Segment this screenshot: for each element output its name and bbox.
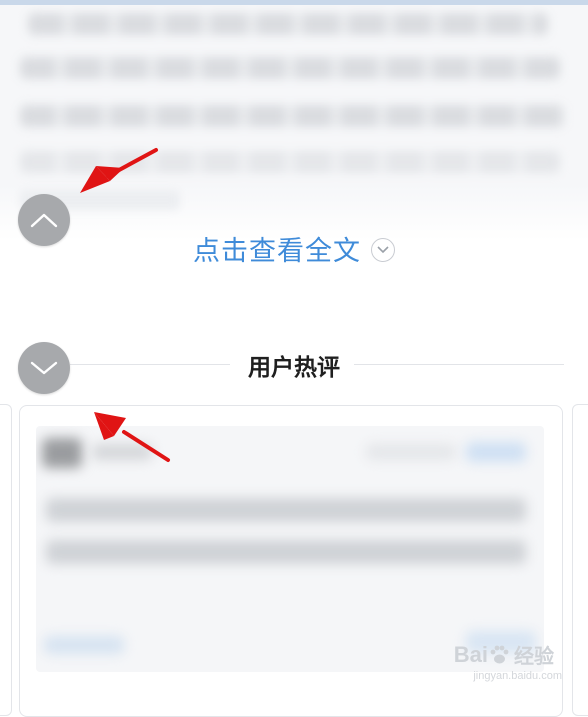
blurred-tag	[44, 636, 124, 654]
scroll-up-button[interactable]	[18, 194, 70, 246]
scroll-down-button[interactable]	[18, 342, 70, 394]
expand-full-text-label: 点击查看全文	[193, 235, 361, 267]
chevron-down-icon	[371, 238, 395, 262]
watermark-brand-left: Bai	[453, 641, 488, 667]
blurred-text-line	[20, 105, 565, 127]
previous-review-card[interactable]	[0, 404, 12, 716]
expand-full-text-button[interactable]: 点击查看全文	[0, 228, 588, 268]
chevron-up-icon	[30, 213, 58, 228]
paw-logo-icon	[490, 645, 509, 663]
comments-section-header: 用户热评	[0, 342, 588, 386]
blurred-text-line	[46, 540, 526, 564]
blurred-follow-badge	[466, 442, 526, 462]
blurred-article-body	[0, 5, 588, 185]
watermark-brand-right: 经验	[514, 646, 554, 668]
blurred-review-content	[36, 426, 544, 672]
blurred-text-line	[46, 498, 526, 522]
blurred-username	[92, 444, 152, 460]
watermark-url: jingyan.baidu.com	[473, 670, 562, 682]
avatar	[42, 438, 82, 468]
blurred-meta	[366, 444, 456, 460]
blurred-text-line	[20, 151, 560, 173]
baidu-jingyan-watermark: Bai 经验 jingyan.baidu.com	[453, 640, 562, 683]
blurred-card-caption	[40, 685, 540, 713]
blurred-text-line	[20, 57, 560, 79]
blurred-text-line	[28, 13, 548, 35]
section-title: 用户热评	[238, 355, 350, 381]
next-review-card[interactable]	[572, 404, 588, 716]
chevron-down-icon	[30, 361, 58, 375]
